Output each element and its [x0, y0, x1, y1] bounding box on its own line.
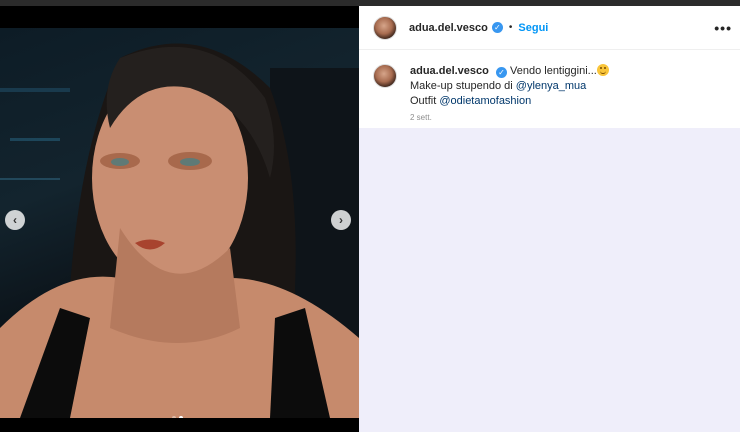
- caption-avatar[interactable]: [373, 64, 397, 88]
- avatar[interactable]: [373, 15, 397, 40]
- portrait-image: [0, 43, 359, 418]
- follow-button[interactable]: Segui: [518, 22, 548, 34]
- post-photo: [0, 28, 359, 418]
- caption-line-2-prefix: Make-up stupendo di: [410, 80, 516, 92]
- chevron-left-icon: ‹: [13, 213, 17, 227]
- post-media: ‹ ›: [0, 6, 359, 432]
- smiling-emoji-icon: [596, 64, 609, 76]
- verified-badge-icon: ✓: [495, 67, 507, 78]
- previous-slide-button[interactable]: ‹: [5, 210, 25, 230]
- carousel-dot-active: [179, 416, 183, 418]
- more-options-icon[interactable]: •••: [714, 20, 732, 36]
- caption-text: adua.del.vesco ✓ Vendo lentiggini... Mak…: [410, 64, 730, 109]
- mention-link[interactable]: @odietamofashion: [439, 95, 531, 107]
- post-header: adua.del.vesco ✓ • Segui •••: [359, 6, 740, 50]
- header-username[interactable]: adua.del.vesco: [409, 22, 488, 34]
- post-side-panel: adua.del.vesco ✓ • Segui ••• adua.del.ve…: [359, 6, 740, 432]
- verified-badge-icon: ✓: [491, 22, 503, 33]
- separator-dot: •: [508, 22, 513, 33]
- caption-line-1: Vendo lentiggini...: [510, 65, 597, 77]
- post-timestamp[interactable]: 2 sett.: [410, 113, 432, 122]
- chevron-right-icon: ›: [339, 213, 343, 227]
- next-slide-button[interactable]: ›: [331, 210, 351, 230]
- carousel-indicator: [172, 416, 183, 418]
- mention-link[interactable]: @ylenya_mua: [516, 80, 586, 92]
- caption-section: adua.del.vesco ✓ Vendo lentiggini... Mak…: [359, 50, 740, 128]
- carousel-dot: [172, 416, 176, 418]
- caption-line-3-prefix: Outfit: [410, 95, 440, 107]
- caption-username[interactable]: adua.del.vesco: [410, 65, 489, 77]
